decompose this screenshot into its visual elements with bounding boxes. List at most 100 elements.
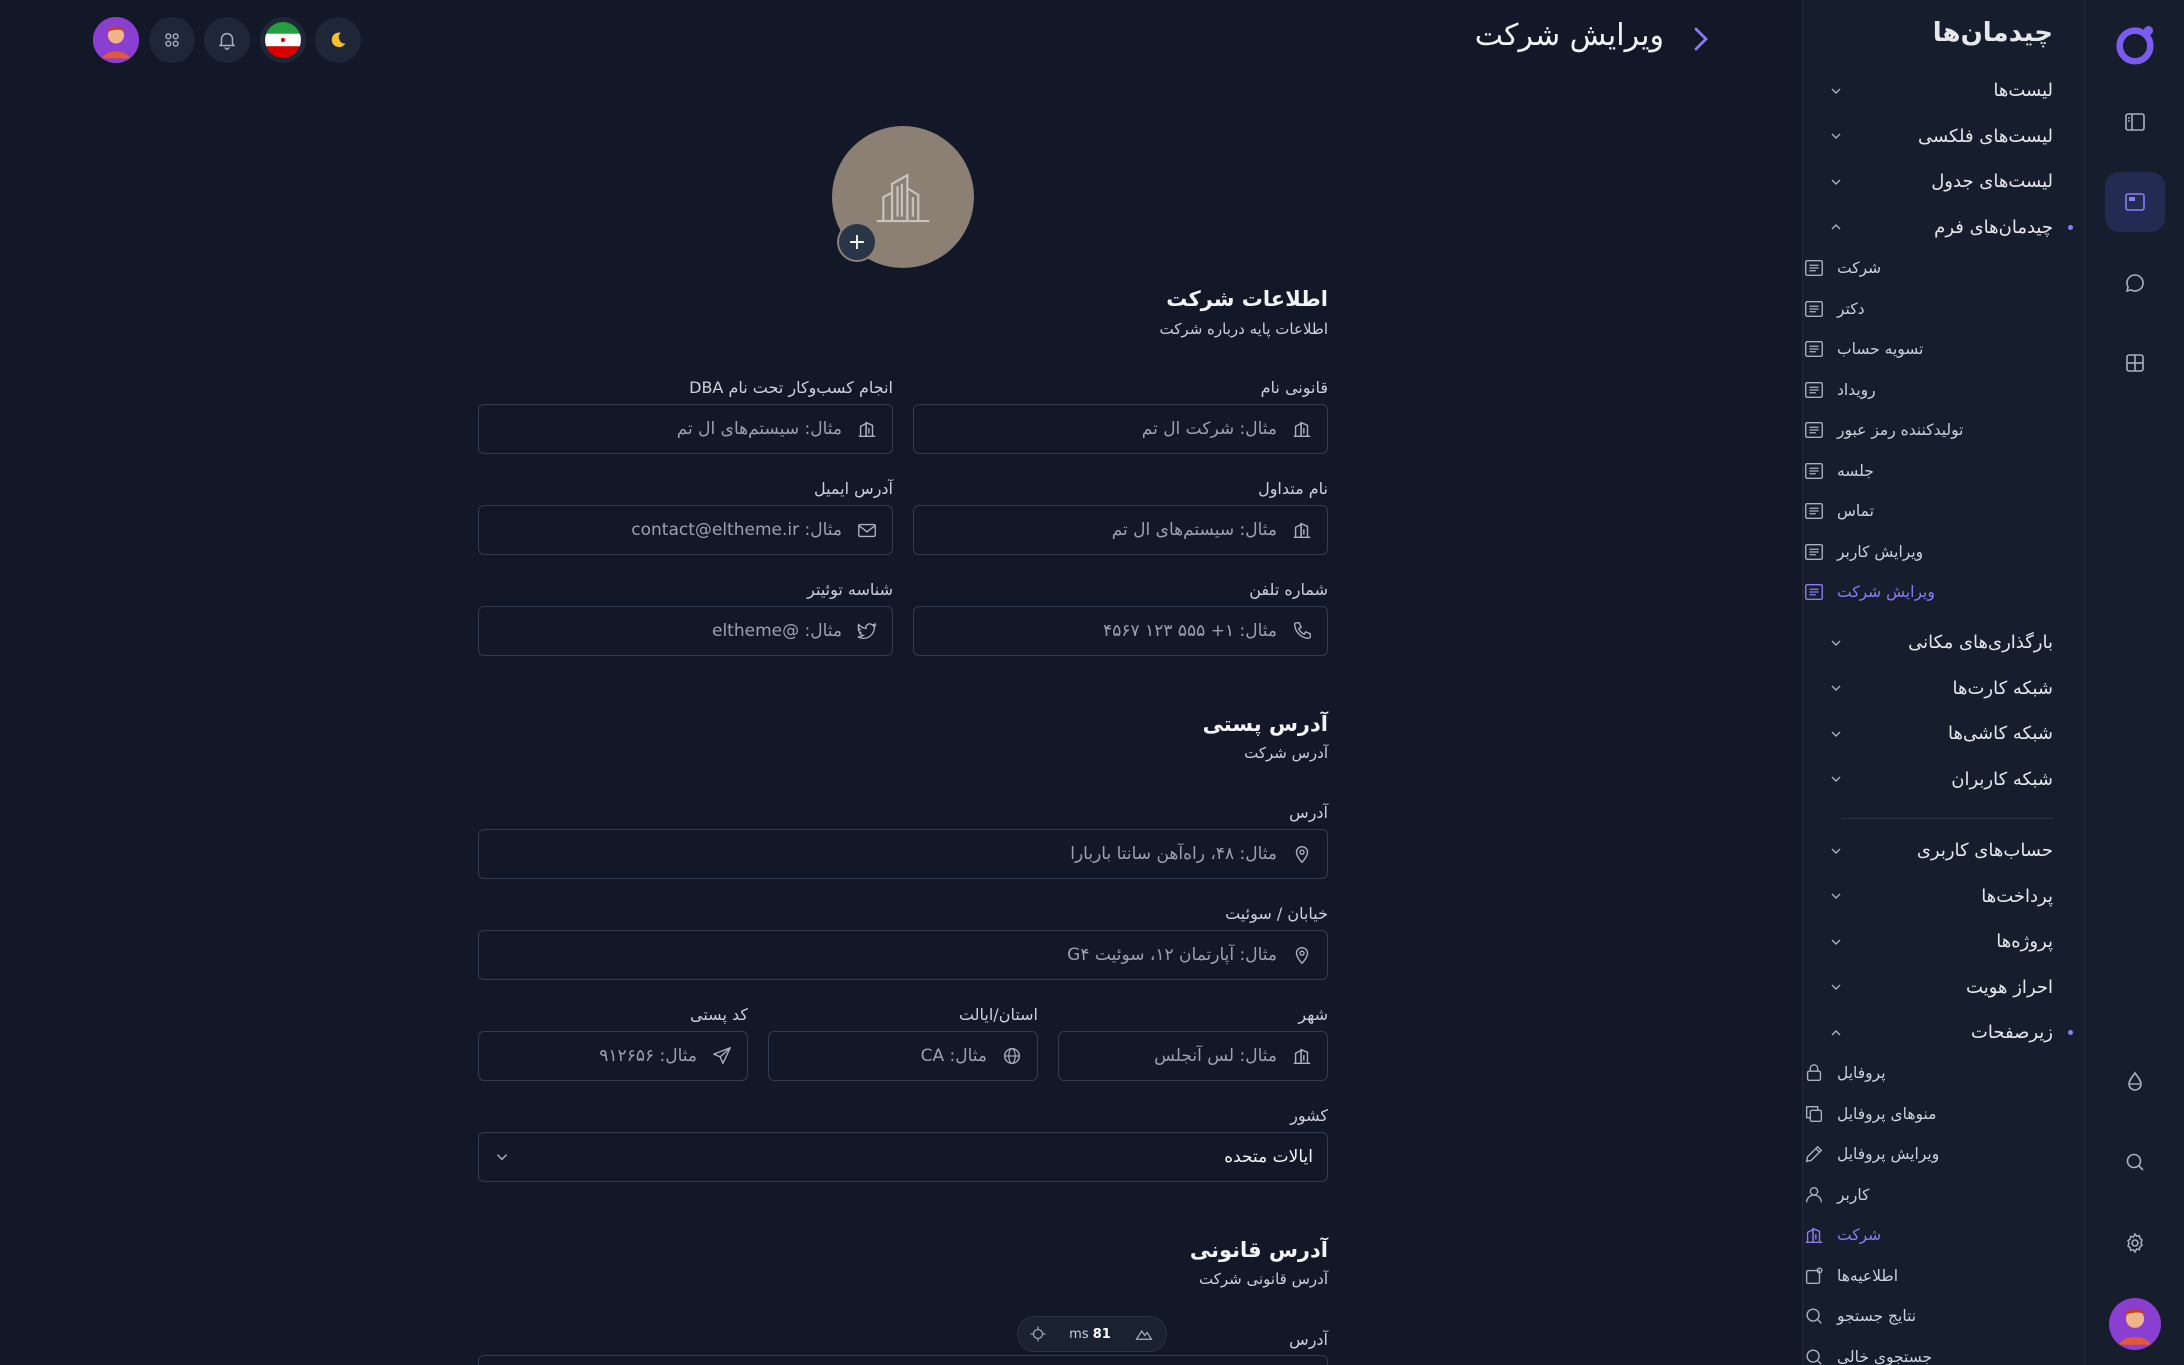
state-placeholder: مثال: CA [920, 1046, 987, 1066]
country-value: ایالات متحده [1224, 1147, 1313, 1167]
country-select[interactable]: ایالات متحده [478, 1132, 1328, 1182]
sidebar-subitem[interactable]: ویرایش کاربر [1803, 532, 2053, 573]
chevron-down-icon [496, 1154, 508, 1161]
mail-icon [858, 523, 876, 538]
sidebar-subitem[interactable]: تسویه حساب [1803, 329, 2053, 370]
section-title-company-info: اطلاعات شرکت [1166, 287, 1328, 311]
sidebar-subitem[interactable]: ویرایش پروفایل [1803, 1134, 2053, 1175]
list-icon [1803, 257, 1825, 279]
sidebar-group[interactable]: پرداخت‌ها [1803, 874, 2053, 920]
email-input[interactable]: مثال: contact@eltheme.ir [478, 505, 893, 555]
building-icon [876, 173, 930, 223]
sidebar-subitem[interactable]: جستجوی خالی [1803, 1337, 2053, 1365]
country-label: کشور [1290, 1106, 1328, 1125]
twitter-label: شناسه توئیتر [807, 580, 893, 599]
address-placeholder: مثال: ۴۸، راه‌آهن سانتا باربارا [1070, 844, 1277, 864]
chat-icon[interactable] [2105, 253, 2165, 313]
sidebar-subitem[interactable]: کاربر [1803, 1175, 2053, 1216]
phone-input[interactable]: مثال: ۱+ ۵۵۵ ۱۲۳ ۴۵۶۷ [913, 606, 1328, 656]
settings-gear-icon[interactable] [2105, 1213, 2165, 1273]
app-root: چیدمان‌ها لیست‌ها لیست‌های فلکسی لیست‌های … [0, 0, 2184, 1365]
zip-input[interactable]: مثال: ۹۱۲۶۵۶ [478, 1031, 748, 1081]
apps-grid-icon [165, 33, 179, 47]
sidebar-group[interactable]: پروژه‌ها [1803, 919, 2053, 965]
sidebar-subitem[interactable]: نتایج جستجو [1803, 1296, 2053, 1337]
address-input[interactable]: مثال: ۴۸، راه‌آهن سانتا باربارا [478, 829, 1328, 879]
profile-avatar[interactable] [93, 17, 139, 63]
sidebar-subitem-label: جستجوی خالی [1837, 1347, 1933, 1365]
dba-input[interactable]: مثال: سیستم‌های ال تم [478, 404, 893, 454]
sidebar-subitem[interactable]: اطلاعیه‌ها [1803, 1256, 2053, 1297]
sidebar-group[interactable]: چیدمان‌های فرم [1803, 205, 2073, 251]
active-dot [2068, 1030, 2073, 1036]
list-icon [1803, 338, 1825, 360]
sidebar-group[interactable]: شبکه کارت‌ها [1803, 666, 2053, 712]
sidebar-group[interactable]: لیست‌های فلکسی [1803, 114, 2053, 160]
sidebar-subitem[interactable]: شرکت [1803, 248, 2053, 289]
menu-groups-top: لیست‌ها لیست‌های فلکسی لیست‌های جدول چیدمان… [1803, 68, 2073, 251]
sidebar-subitem[interactable]: جلسه [1803, 451, 2053, 492]
sidebar-group[interactable]: شبکه کاربران [1803, 757, 2053, 803]
user-avatar[interactable] [2105, 1294, 2165, 1354]
dark-mode-toggle[interactable] [315, 17, 361, 63]
logo-icon[interactable] [2105, 14, 2165, 74]
mountains-icon[interactable] [1133, 1325, 1155, 1343]
search-icon[interactable] [2105, 1132, 2165, 1192]
sidebar-subitem[interactable]: دکتر [1803, 289, 2053, 330]
lock-icon [1803, 1062, 1825, 1084]
sidebar-group-label: شبکه کاشی‌ها [1948, 723, 2053, 745]
performance-widget[interactable]: ms 81 [1017, 1316, 1167, 1352]
sidebar-group[interactable]: بارگذاری‌های مکانی [1803, 620, 2053, 666]
sidebar-subitem[interactable]: تولیدکننده رمز عبور [1803, 410, 2053, 451]
state-label: استان/ایالت [958, 1005, 1038, 1024]
dba-label: انجام کسب‌وکار تحت نام DBA [689, 378, 893, 397]
add-logo-button[interactable]: + [837, 222, 877, 262]
building-icon [1293, 522, 1311, 539]
sidebar-subitem-label: جلسه [1837, 461, 1874, 480]
chevron-down-icon [1831, 685, 1841, 692]
sidebar-group-label: پروژه‌ها [1996, 931, 2053, 953]
common-name-label: نام متداول [1258, 479, 1328, 498]
sidebar-subitem[interactable]: تماس [1803, 491, 2053, 532]
sidebar-subitem[interactable]: ویرایش شرکت [1803, 572, 2053, 613]
section-title-legal-address: آدرس قانونی [1189, 1238, 1328, 1262]
section-subtitle-postal-address: آدرس شرکت [1244, 744, 1328, 762]
sidebar-toggle-icon[interactable] [2105, 92, 2165, 152]
perf-unit: ms [1069, 1326, 1089, 1342]
sidebar-group[interactable]: احراز هویت [1803, 965, 2053, 1011]
sidebar-group[interactable]: شبکه کاشی‌ها [1803, 711, 2053, 757]
subpages-submenu: پروفایل منوهای پروفایل ویرایش پروفایل کاربر… [1803, 1053, 2053, 1365]
layouts-icon[interactable] [2105, 172, 2165, 232]
language-button[interactable] [260, 17, 306, 63]
pencil-icon [1803, 1143, 1825, 1165]
sidebar-group-label: پرداخت‌ها [1981, 885, 2053, 907]
chevron-down-icon [1831, 939, 1841, 945]
legal-name-input[interactable]: مثال: شرکت ال تم [913, 404, 1328, 454]
sidebar-group[interactable]: زیرصفحات [1803, 1010, 2073, 1056]
sidebar-subitem[interactable]: رویداد [1803, 370, 2053, 411]
sidebar-group[interactable]: حساب‌های کاربری [1803, 828, 2053, 874]
street-input[interactable]: مثال: آپارتمان ۱۲، سوئیت G۴ [478, 930, 1328, 980]
sidebar-subitem[interactable]: منوهای پروفایل [1803, 1094, 2053, 1135]
sidebar-subitem[interactable]: پروفایل [1803, 1053, 2053, 1094]
apps-button[interactable] [149, 17, 195, 63]
edit-company-form: + اطلاعات شرکت اطلاعات پایه درباره شرکت … [478, 0, 1328, 1365]
map-pin-icon [1295, 846, 1309, 864]
building-icon [1293, 1048, 1311, 1065]
common-name-input[interactable]: مثال: سیستم‌های ال تم [913, 505, 1328, 555]
theme-drop-icon[interactable] [2105, 1052, 2165, 1112]
legal-address-input[interactable] [478, 1355, 1328, 1365]
sidebar-subitem[interactable]: شرکت [1803, 1215, 2053, 1256]
notifications-button[interactable] [204, 17, 250, 63]
state-input[interactable]: مثال: CA [768, 1031, 1038, 1081]
sidebar-group[interactable]: لیست‌ها [1803, 68, 2053, 114]
chevron-right-icon[interactable] [1688, 24, 1714, 54]
city-input[interactable]: مثال: لس آنجلس [1058, 1031, 1328, 1081]
email-label: آدرس ایمیل [813, 479, 893, 498]
notification-icon [1803, 1265, 1825, 1287]
crosshair-icon[interactable] [1029, 1325, 1047, 1343]
twitter-input[interactable]: مثال: @eltheme [478, 606, 893, 656]
grid-icon[interactable] [2105, 333, 2165, 393]
sidebar-group[interactable]: لیست‌های جدول [1803, 159, 2053, 205]
sidebar-group-label: شبکه کارت‌ها [1952, 677, 2054, 699]
